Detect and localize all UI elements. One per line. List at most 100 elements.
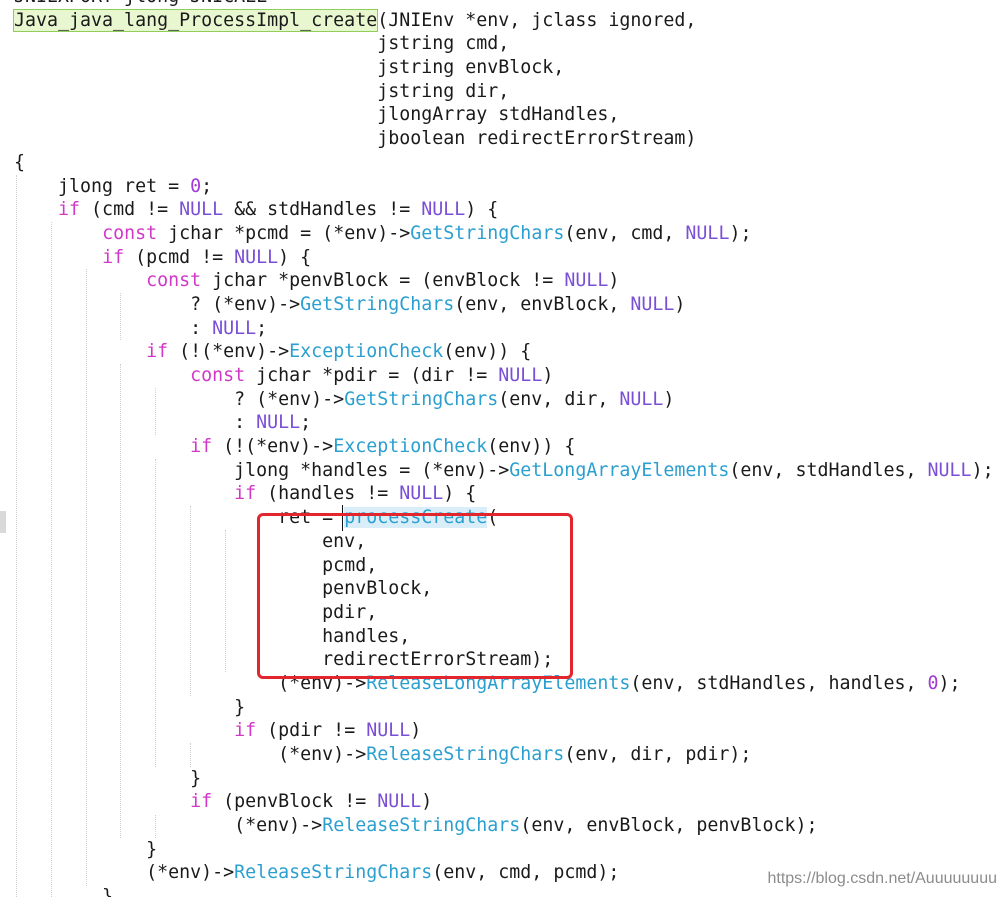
code-token: jlong *handles = (*env)-> <box>14 459 510 481</box>
code-line[interactable]: const jchar *pdir = (dir != NULL) <box>14 364 994 388</box>
code-token: (env, envBlock, <box>454 293 631 315</box>
watermark: https://blog.csdn.net/Auuuuuuuu <box>767 870 997 887</box>
code-token: NULL <box>179 199 224 221</box>
code-token: ReleaseStringChars <box>322 815 521 837</box>
code-token: NULL <box>377 791 422 813</box>
code-token: ) { <box>278 246 312 268</box>
code-token: : <box>14 317 213 339</box>
code-line[interactable]: } <box>14 838 994 862</box>
code-token: } <box>14 886 114 897</box>
code-token: ; <box>300 412 312 434</box>
code-token: 0 <box>190 175 202 197</box>
code-token: (env, dir, pdir); <box>564 744 752 765</box>
code-token: GetLongArrayElements <box>509 459 730 481</box>
code-token: (pdir != <box>256 720 367 742</box>
code-line[interactable]: if (penvBlock != NULL) <box>14 790 994 814</box>
code-line[interactable]: jstring dir, <box>14 80 994 104</box>
code-token: ; <box>201 175 213 197</box>
code-line[interactable]: if (cmd != NULL && stdHandles != NULL) { <box>14 198 994 222</box>
code-line[interactable]: const jchar *penvBlock = (envBlock != NU… <box>14 269 994 293</box>
code-token: (penvBlock != <box>212 791 378 813</box>
code-token: GetStringChars <box>300 293 455 315</box>
code-token: jchar *pcmd = (*env)-> <box>157 222 411 244</box>
code-token: jchar *pdir = (dir != <box>245 365 499 386</box>
code-line[interactable]: { <box>14 151 994 175</box>
current-line-marker <box>0 511 6 533</box>
code-line[interactable]: const jchar *pcmd = (*env)->GetStringCha… <box>14 222 994 246</box>
code-token: jstring envBlock, <box>14 57 565 79</box>
code-token: jlongArray stdHandles, <box>14 104 620 126</box>
code-line[interactable]: jstring envBlock, <box>14 56 994 80</box>
code-token: (env, stdHandles, handles, <box>630 672 928 694</box>
code-token: NULL <box>366 720 411 742</box>
code-line[interactable]: if (pdir != NULL) <box>14 719 994 743</box>
code-line[interactable]: jlongArray stdHandles, <box>14 103 994 127</box>
code-token: } <box>14 838 158 860</box>
code-token: ? (*env)-> <box>14 293 301 315</box>
code-token: NULL <box>685 222 730 244</box>
code-line[interactable]: jstring cmd, <box>14 32 994 56</box>
code-line[interactable]: if (pcmd != NULL) { <box>14 246 994 270</box>
annotation-highlight-box <box>257 513 573 679</box>
code-line[interactable]: jlong ret = 0; <box>14 175 994 199</box>
code-token: ); <box>729 222 752 244</box>
code-token: { <box>14 151 26 173</box>
code-editor[interactable]: JNIEXPORT jlong JNICALLJava_java_lang_Pr… <box>0 0 1007 897</box>
code-line[interactable]: JNIEXPORT jlong JNICALL <box>14 0 994 9</box>
code-line[interactable]: } <box>14 696 994 720</box>
code-token: ) <box>663 388 675 410</box>
code-line[interactable]: jlong *handles = (*env)->GetLongArrayEle… <box>14 459 994 483</box>
code-token: GetStringChars <box>410 222 565 244</box>
code-token: ) { <box>465 199 499 221</box>
code-line[interactable]: if (!(*env)->ExceptionCheck(env)) { <box>14 435 994 459</box>
code-token: NULL <box>927 459 972 481</box>
code-token: (JNIEnv *env, jclass ignored, <box>377 9 697 31</box>
code-token: (cmd != <box>80 199 180 221</box>
code-line[interactable]: if (!(*env)->ExceptionCheck(env)) { <box>14 340 994 364</box>
code-token: 0 <box>927 672 939 694</box>
code-token: if <box>58 199 81 221</box>
code-line[interactable]: : NULL; <box>14 411 994 435</box>
code-content[interactable]: JNIEXPORT jlong JNICALLJava_java_lang_Pr… <box>12 0 994 897</box>
code-token: (env, cmd, pcmd); <box>432 862 620 884</box>
code-token: (*env)-> <box>14 744 367 765</box>
code-token: NULL <box>498 365 543 386</box>
code-token: (pcmd != <box>124 246 235 268</box>
code-token: ExceptionCheck <box>289 341 444 363</box>
code-token: ) <box>542 365 554 386</box>
code-line[interactable]: jboolean redirectErrorStream) <box>14 127 994 151</box>
code-token: ); <box>971 459 994 481</box>
code-token: NULL <box>212 317 257 339</box>
code-line[interactable]: ? (*env)->GetStringChars(env, dir, NULL) <box>14 388 994 412</box>
code-line[interactable]: } <box>14 767 994 791</box>
code-line[interactable]: : NULL; <box>14 317 994 341</box>
code-token: (env, cmd, <box>564 222 686 244</box>
code-token: JNIEXPORT jlong JNICALL <box>14 0 267 7</box>
code-token: (!(*env)-> <box>212 436 334 458</box>
code-token: jlong ret = <box>14 175 191 197</box>
code-line[interactable]: (*env)->ReleaseStringChars(env, envBlock… <box>14 814 994 838</box>
code-line[interactable]: Java_java_lang_ProcessImpl_create(JNIEnv… <box>12 8 994 33</box>
code-token: if <box>190 791 213 813</box>
code-token: ExceptionCheck <box>333 436 488 458</box>
code-token: (env, envBlock, penvBlock); <box>520 815 818 837</box>
code-line[interactable]: ? (*env)->GetStringChars(env, envBlock, … <box>14 293 994 317</box>
code-token: if <box>234 483 257 505</box>
code-token: (env)) { <box>487 436 576 458</box>
code-token: NULL <box>399 483 444 505</box>
code-token: (env, dir, <box>498 388 620 410</box>
code-token: ReleaseStringChars <box>366 744 565 765</box>
code-line[interactable]: (*env)->ReleaseStringChars(env, dir, pdi… <box>14 743 994 767</box>
code-token: } <box>14 696 246 718</box>
code-line[interactable]: if (handles != NULL) { <box>14 482 994 506</box>
code-token: } <box>14 767 202 789</box>
code-token: NULL <box>630 293 675 315</box>
